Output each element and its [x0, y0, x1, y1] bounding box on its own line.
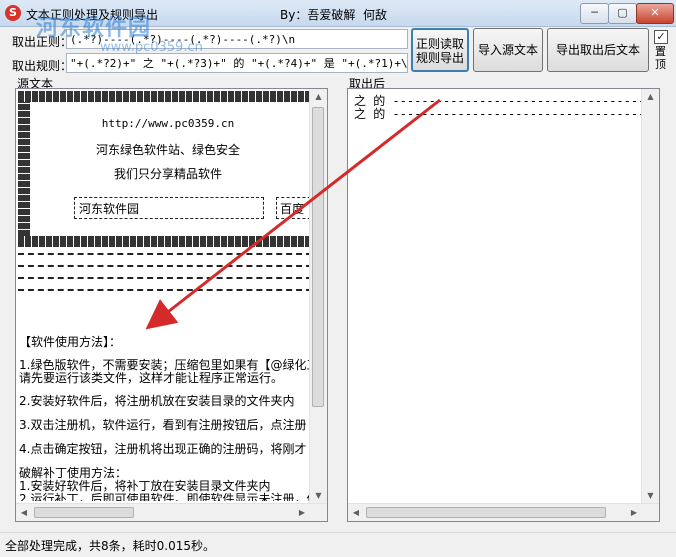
ascii-border-top: [18, 91, 310, 102]
dash-divider: [18, 265, 310, 268]
read-rule-line1: 正则读取: [415, 37, 464, 51]
app-logo-icon: S: [5, 5, 21, 21]
usage-title: 【软件使用方法】：: [19, 335, 122, 349]
output-vertical-scrollbar[interactable]: ▲ ▼: [641, 89, 659, 504]
scroll-up-icon[interactable]: ▲: [642, 89, 659, 105]
scroll-down-icon[interactable]: ▼: [642, 488, 659, 504]
dash-divider: [18, 253, 310, 256]
output-line: 之 的 ------------------------------------…: [354, 107, 659, 121]
read-rule-export-button[interactable]: 正则读取 规则导出: [411, 28, 469, 72]
scroll-right-icon[interactable]: ▶: [294, 504, 310, 521]
watermark-text: 河东软件园: [36, 16, 152, 41]
minimize-button[interactable]: ─: [580, 3, 609, 24]
source-text-area[interactable]: http://www.pc0359.cn 河东绿色软件站、绿色安全 我们只分享精…: [15, 88, 328, 522]
usage-line: 请先要运行该类文件，这样才能让程序正常运行。: [19, 371, 284, 385]
dash-divider: [18, 289, 310, 292]
pin-top-label: 置顶: [655, 45, 666, 71]
usage-line: 3.双击注册机，软件运行，看到有注册按钮后，点注册: [19, 418, 307, 432]
scroll-thumb[interactable]: [312, 107, 324, 407]
import-source-button[interactable]: 导入源文本: [473, 28, 543, 72]
source-vertical-scrollbar[interactable]: ▲ ▼: [309, 89, 327, 504]
usage-line: 2.运行补丁，后即可使用软件。即使软件显示未注册，但: [19, 492, 310, 501]
source-url-line: http://www.pc0359.cn: [101, 117, 235, 130]
watermark-url: www.pc0359.cn: [100, 40, 203, 55]
scroll-thumb[interactable]: [34, 507, 134, 518]
output-horizontal-scrollbar[interactable]: ◀ ▶: [348, 503, 659, 521]
output-text-area[interactable]: 之 的 ------------------------------------…: [347, 88, 660, 522]
source-box-left: 河东软件园: [74, 197, 264, 219]
scroll-left-icon[interactable]: ◀: [348, 504, 364, 521]
pin-top-checkbox[interactable]: ✓: [654, 30, 668, 44]
output-rule-input[interactable]: "+(.*?2)+" 之 "+(.*?3)+" 的 "+(.*?4)+" 是 "…: [66, 53, 408, 73]
source-horizontal-scrollbar[interactable]: ◀ ▶: [16, 503, 327, 521]
usage-line: 4.点击确定按钮，注册机将出现正确的注册码，将刚才: [19, 442, 307, 456]
scroll-down-icon[interactable]: ▼: [310, 488, 327, 504]
scroll-up-icon[interactable]: ▲: [310, 89, 327, 105]
export-output-button[interactable]: 导出取出后文本: [547, 28, 649, 72]
source-box-right: 百度: [276, 197, 310, 219]
scroll-thumb[interactable]: [366, 507, 606, 518]
maximize-button[interactable]: ▢: [608, 3, 637, 24]
read-rule-line2: 规则导出: [415, 51, 464, 65]
dash-divider: [18, 277, 310, 280]
usage-line: 2.安装好软件后，将注册机放在安装目录的文件夹内: [19, 394, 295, 408]
close-button[interactable]: ✕: [636, 3, 674, 24]
ascii-border-bottom: [18, 236, 310, 247]
source-content: http://www.pc0359.cn 河东绿色软件站、绿色安全 我们只分享精…: [18, 91, 310, 501]
scroll-right-icon[interactable]: ▶: [626, 504, 642, 521]
output-rule-label: 取出规则：: [12, 59, 73, 73]
source-site-line: 河东绿色软件站、绿色安全: [95, 143, 240, 157]
scroll-left-icon[interactable]: ◀: [16, 504, 32, 521]
source-share-line: 我们只分享精品软件: [113, 167, 222, 181]
status-text: 全部处理完成，共8条，耗时0.015秒。: [5, 539, 215, 553]
window-author: By：吾爱破解 何敌: [280, 8, 387, 22]
